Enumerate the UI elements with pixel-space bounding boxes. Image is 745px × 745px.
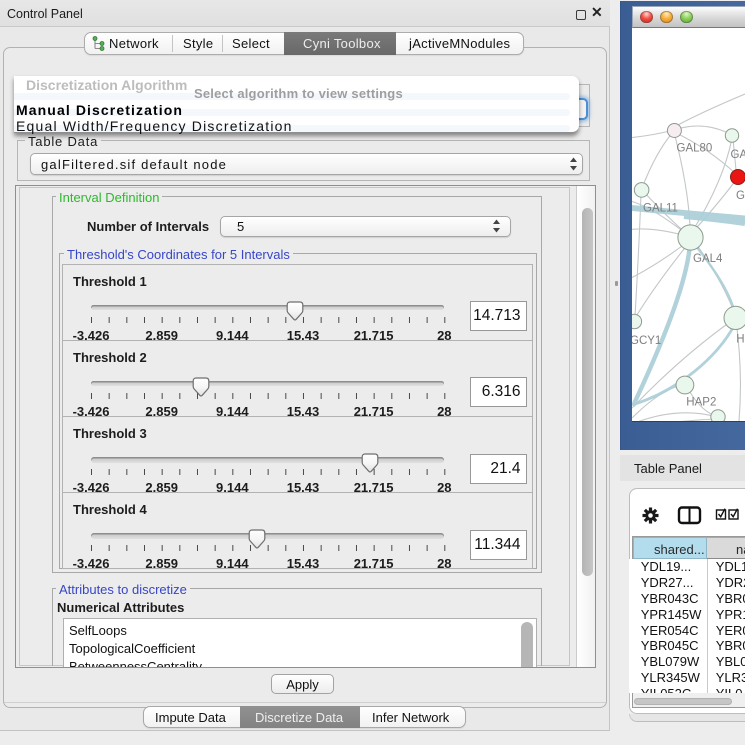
svg-text:H: H xyxy=(736,333,744,345)
svg-text:GAL4: GAL4 xyxy=(693,253,723,265)
svg-text:G: G xyxy=(736,190,745,202)
svg-text:GAL11: GAL11 xyxy=(643,202,678,214)
svg-text:HAP2: HAP2 xyxy=(686,396,716,408)
svg-text:GAL80: GAL80 xyxy=(677,142,713,154)
svg-text:GCY1: GCY1 xyxy=(632,335,661,347)
svg-text:GA: GA xyxy=(731,149,745,161)
